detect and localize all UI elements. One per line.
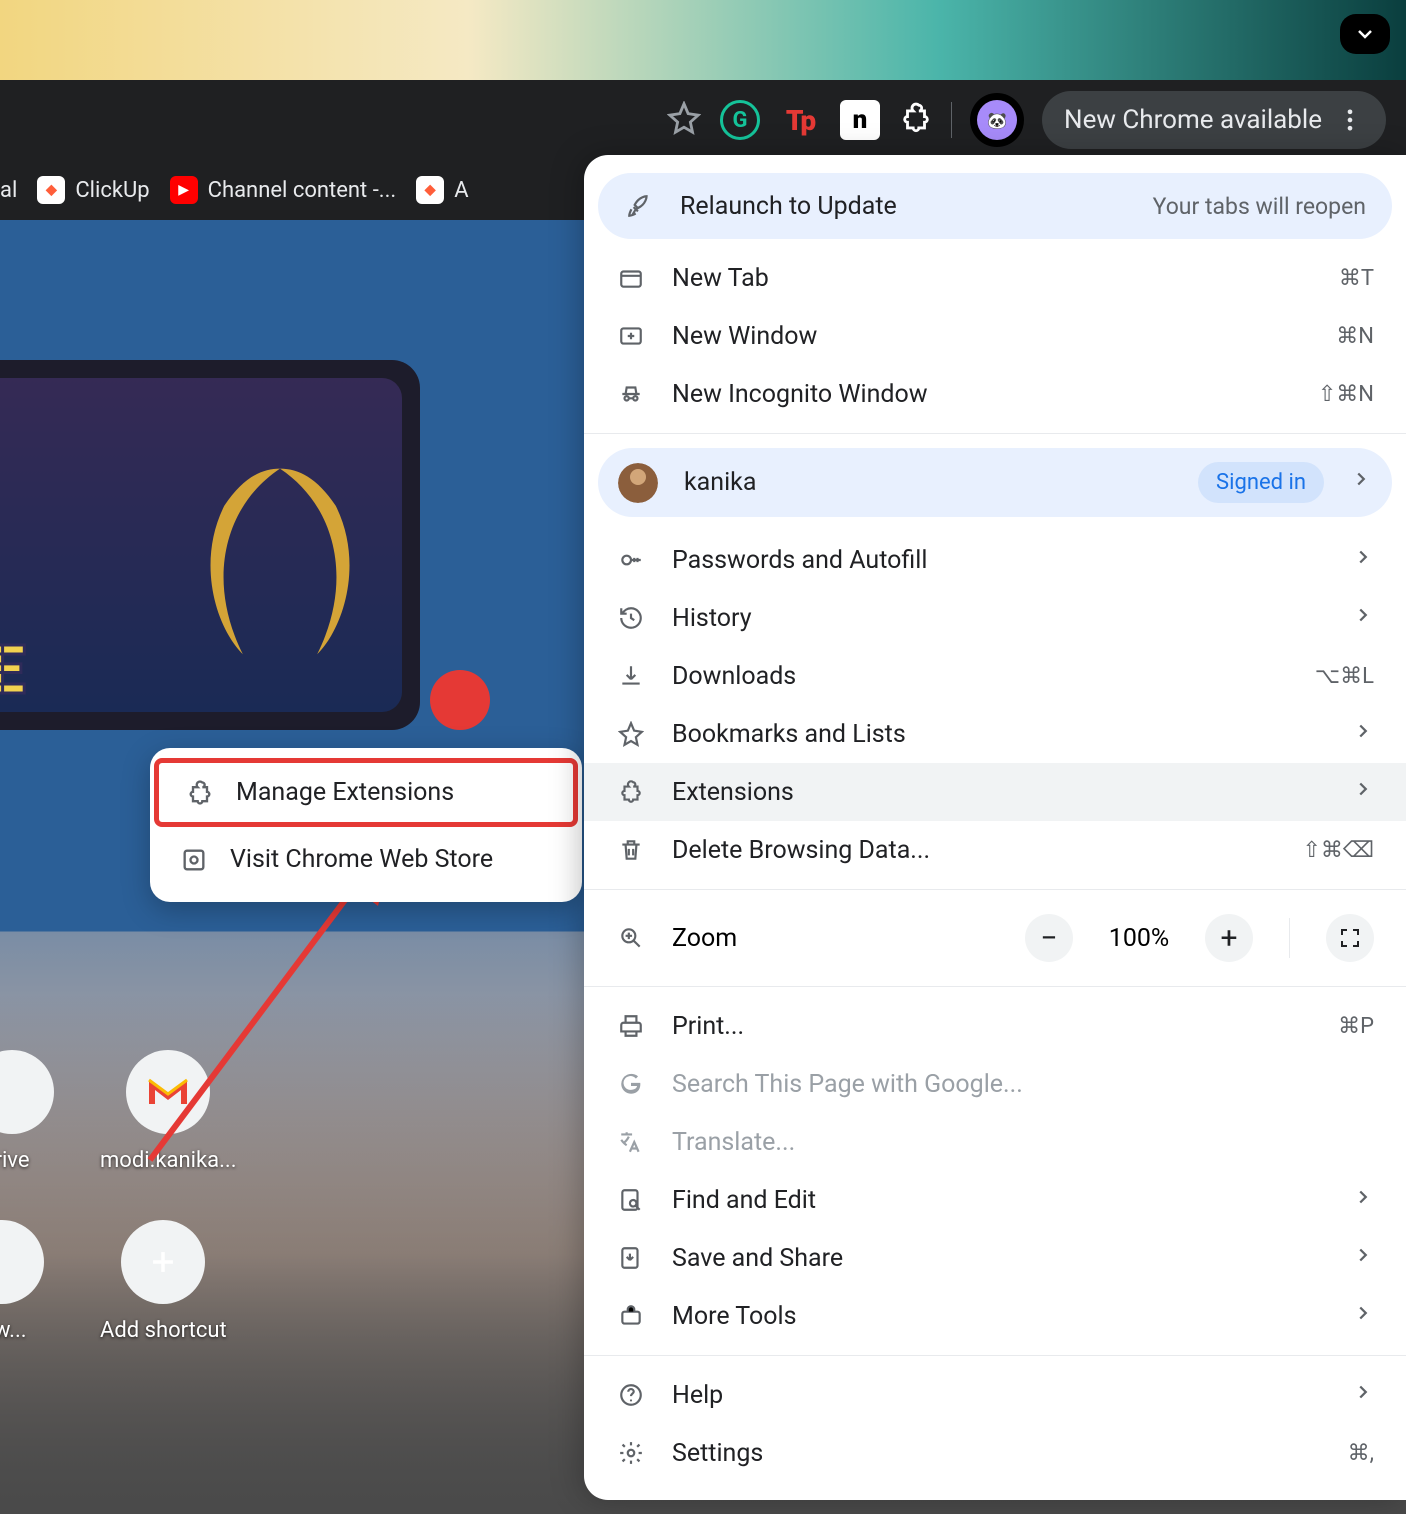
puzzle-icon [186,779,214,807]
signed-in-badge: Signed in [1198,462,1324,503]
gmail-icon [147,1076,189,1108]
new-window-item[interactable]: New Window⌘N [584,307,1406,365]
zoom-icon [616,923,646,953]
zoom-out-button[interactable]: − [1025,914,1073,962]
google-doodle-card[interactable]: GLE [0,360,420,730]
tab-icon [616,263,646,293]
gear-icon [616,1438,646,1468]
fullscreen-button[interactable] [1326,914,1374,962]
google-icon [616,1069,646,1099]
bookmark-item[interactable]: ◆A [416,176,468,204]
profile-item[interactable]: kanika Signed in [598,448,1392,517]
history-icon [616,603,646,633]
bookmark-item[interactable]: ◆ClickUp [37,176,149,204]
bookmarks-item[interactable]: Bookmarks and Lists [584,705,1406,763]
profile-avatar-small [618,463,658,503]
history-item[interactable]: History [584,589,1406,647]
print-item[interactable]: Print...⌘P [584,997,1406,1055]
incognito-item[interactable]: New Incognito Window⇧⌘N [584,365,1406,423]
store-icon [180,846,208,874]
tp-extension-icon[interactable]: Tp [779,99,821,141]
doodle-text: GLE [0,630,27,710]
zoom-value: 100% [1099,924,1179,953]
profile-avatar[interactable]: 🐼 [970,93,1024,147]
extensions-submenu: Manage Extensions Visit Chrome Web Store [150,748,582,902]
rocket-icon [624,191,654,221]
translate-item: Translate... [584,1113,1406,1171]
help-item[interactable]: Help [584,1366,1406,1424]
translate-icon [616,1127,646,1157]
plus-icon [146,1245,180,1279]
zoom-in-button[interactable]: + [1205,914,1253,962]
chevron-down-icon[interactable] [1340,14,1390,54]
shortcut-add[interactable]: Add shortcut [100,1220,227,1343]
search-google-item: Search This Page with Google... [584,1055,1406,1113]
passwords-item[interactable]: Passwords and Autofill [584,531,1406,589]
manage-extensions-item[interactable]: Manage Extensions [156,760,576,825]
zoom-row: Zoom − 100% + [584,900,1406,976]
find-edit-item[interactable]: Find and Edit [584,1171,1406,1229]
save-icon [616,1243,646,1273]
relaunch-item[interactable]: Relaunch to Update Your tabs will reopen [598,173,1392,239]
more-menu-icon[interactable] [1336,106,1364,134]
shortcut-gmail[interactable]: modi.kanika... [100,1050,237,1173]
bookmark-item[interactable]: ▶Channel content -... [170,176,397,204]
puzzle-icon [616,777,646,807]
shortcut-drive[interactable]: rive [0,1050,54,1173]
star-icon [616,719,646,749]
wreath-icon [180,450,380,710]
update-chrome-pill[interactable]: New Chrome available [1042,91,1386,149]
shortcut-ww[interactable]: ww... [0,1220,44,1343]
update-label: New Chrome available [1064,105,1322,135]
grammarly-icon[interactable]: G [719,99,761,141]
delete-data-item[interactable]: Delete Browsing Data...⇧⌘⌫ [584,821,1406,879]
find-icon [616,1185,646,1215]
wallpaper-top [0,0,1406,80]
trash-icon [616,835,646,865]
more-tools-item[interactable]: More Tools [584,1287,1406,1345]
downloads-item[interactable]: Downloads⌥⌘L [584,647,1406,705]
visit-webstore-item[interactable]: Visit Chrome Web Store [150,827,582,892]
save-share-item[interactable]: Save and Share [584,1229,1406,1287]
settings-item[interactable]: Settings⌘, [584,1424,1406,1482]
extensions-item[interactable]: Extensions [584,763,1406,821]
extensions-puzzle-icon[interactable] [899,101,933,139]
browser-toolbar: G Tp n 🐼 New Chrome available [0,80,1406,160]
incognito-icon [616,379,646,409]
annotation-red-dot [430,670,490,730]
bookmark-star-icon[interactable] [667,101,701,139]
notion-extension-icon[interactable]: n [839,99,881,141]
help-icon [616,1380,646,1410]
toolbar-divider [951,102,952,138]
briefcase-icon [616,1301,646,1331]
window-icon [616,321,646,351]
download-icon [616,661,646,691]
key-icon [616,545,646,575]
bookmark-item[interactable]: al [0,178,17,203]
chevron-right-icon [1350,468,1372,497]
chrome-main-menu: Relaunch to Update Your tabs will reopen… [584,155,1406,1500]
print-icon [616,1011,646,1041]
new-tab-item[interactable]: New Tab⌘T [584,249,1406,307]
